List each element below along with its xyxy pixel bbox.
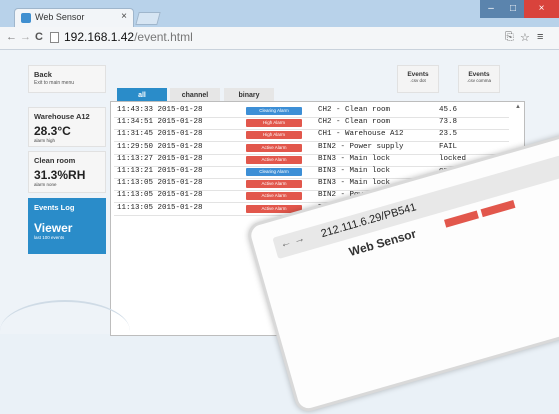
button-subtitle: .csv dot	[410, 78, 426, 83]
event-time: 11:31:45 2015-01-28	[117, 130, 203, 139]
event-source: BIN2 - Power supply	[318, 142, 404, 151]
table-row[interactable]: 11:34:51 2015-01-28 High Alarm CH2 - Clean…	[111, 117, 511, 129]
event-time: 11:43:33 2015-01-28	[117, 106, 203, 114]
browser-tab[interactable]: Web Sensor ×	[14, 8, 134, 27]
card-value: 31.3%RH	[34, 168, 86, 182]
event-time: 11:13:05 2015-01-28	[117, 191, 203, 200]
status-badge: Active Alarm	[246, 143, 302, 152]
sidebar-card-clean-room[interactable]: Clean room 31.3%RH alarm none	[28, 151, 106, 193]
event-value: 23.5	[439, 130, 458, 139]
event-value: FAIL	[439, 142, 458, 151]
tab-close-icon[interactable]: ×	[121, 11, 127, 22]
title-bar: Web Sensor × – □ ×	[0, 0, 559, 27]
table-row[interactable]: 11:31:45 2015-01-28 High Alarm CH1 - Wareh…	[111, 129, 511, 141]
event-time: 11:13:05 2015-01-28	[117, 179, 203, 188]
tablet-nav-arrows-icon: ← →	[278, 232, 307, 251]
maximize-button[interactable]: □	[502, 0, 524, 18]
event-source: BIN3 - Main lock	[318, 154, 391, 163]
event-source: BIN3 - Main lock	[318, 179, 391, 188]
forward-arrow-icon[interactable]: →	[20, 31, 31, 43]
bookmark-star-icon[interactable]: ☆	[520, 31, 530, 44]
table-row[interactable]: 11:43:33 2015-01-28 Clearing Alarm CH2 - C…	[111, 105, 511, 117]
event-time: 11:13:21 2015-01-28	[117, 167, 203, 175]
event-value: 73.8	[439, 118, 458, 127]
status-badge: Clearing Alarm	[246, 168, 302, 176]
card-note: alarm none	[34, 182, 57, 187]
card-value: Viewer	[34, 221, 73, 235]
event-time: 11:34:51 2015-01-28	[117, 118, 203, 127]
new-tab-button[interactable]	[135, 12, 161, 25]
event-source: CH2 - Clean room	[318, 118, 391, 127]
card-note: last 100 events	[34, 235, 65, 240]
back-arrow-icon[interactable]: ←	[6, 31, 17, 43]
menu-icon[interactable]: ≡	[537, 31, 543, 43]
event-source: CH1 - Warehouse A12	[318, 130, 404, 139]
status-badge: High Alarm	[246, 119, 302, 128]
card-title: Warehouse A12	[34, 112, 90, 121]
event-source: BIN3 - Main lock	[318, 167, 391, 175]
card-value: 28.3°C	[34, 124, 71, 138]
reload-icon[interactable]: C	[35, 31, 43, 43]
status-badge: Active Alarm	[246, 180, 302, 189]
button-title: Events	[407, 71, 429, 78]
card-title: Clean room	[34, 156, 76, 165]
status-badge: Clearing Alarm	[246, 107, 302, 115]
favicon-icon	[21, 13, 31, 23]
translate-icon[interactable]: ⎘	[505, 31, 514, 44]
card-title: Events Log	[34, 203, 75, 212]
tablet-badge	[444, 210, 479, 228]
back-button[interactable]: Back Exit to main menu	[28, 65, 106, 93]
export-csv-comma-button[interactable]: Events .csv comma	[458, 65, 500, 93]
event-value: 45.6	[439, 106, 458, 114]
close-window-button[interactable]: ×	[524, 0, 559, 18]
back-subtitle: Exit to main menu	[34, 80, 75, 86]
url-path: /event.html	[134, 30, 193, 44]
card-note: alarm high	[34, 138, 56, 143]
button-title: Events	[468, 71, 490, 78]
sidebar-card-warehouse[interactable]: Warehouse A12 28.3°C alarm high	[28, 107, 106, 147]
table-row[interactable]: 11:13:27 2015-01-28 Active Alarm BIN3 - Ma…	[111, 154, 511, 166]
event-source: CH2 - Clean room	[318, 106, 391, 114]
event-value: locked	[439, 154, 467, 163]
event-time: 11:13:27 2015-01-28	[117, 154, 203, 163]
tablet-badge	[480, 200, 516, 218]
page-icon	[50, 32, 59, 43]
export-csv-dot-button[interactable]: Events .csv dot	[397, 65, 439, 93]
scroll-up-icon[interactable]: ▲	[514, 104, 522, 110]
event-time: 11:29:50 2015-01-28	[117, 142, 203, 151]
status-badge: Active Alarm	[246, 155, 302, 164]
table-row[interactable]: 11:29:50 2015-01-28 Active Alarm BIN2 - Po…	[111, 142, 511, 154]
button-subtitle: .csv comma	[466, 78, 491, 83]
browser-toolbar: ← → C 192.168.1.42/event.html ⎘ ☆ ≡	[0, 27, 559, 50]
event-time: 11:13:05 2015-01-28	[117, 203, 203, 212]
back-title: Back	[34, 70, 52, 79]
address-bar[interactable]: 192.168.1.42/event.html	[64, 30, 193, 44]
status-badge: Active Alarm	[246, 192, 302, 201]
url-host: 192.168.1.42	[64, 30, 135, 44]
status-badge: High Alarm	[246, 131, 302, 140]
sidebar-card-events-log[interactable]: Events Log Viewer last 100 events	[28, 198, 106, 254]
paper-curl	[0, 300, 130, 362]
minimize-button[interactable]: –	[480, 0, 502, 18]
tab-title: Web Sensor	[35, 12, 85, 22]
